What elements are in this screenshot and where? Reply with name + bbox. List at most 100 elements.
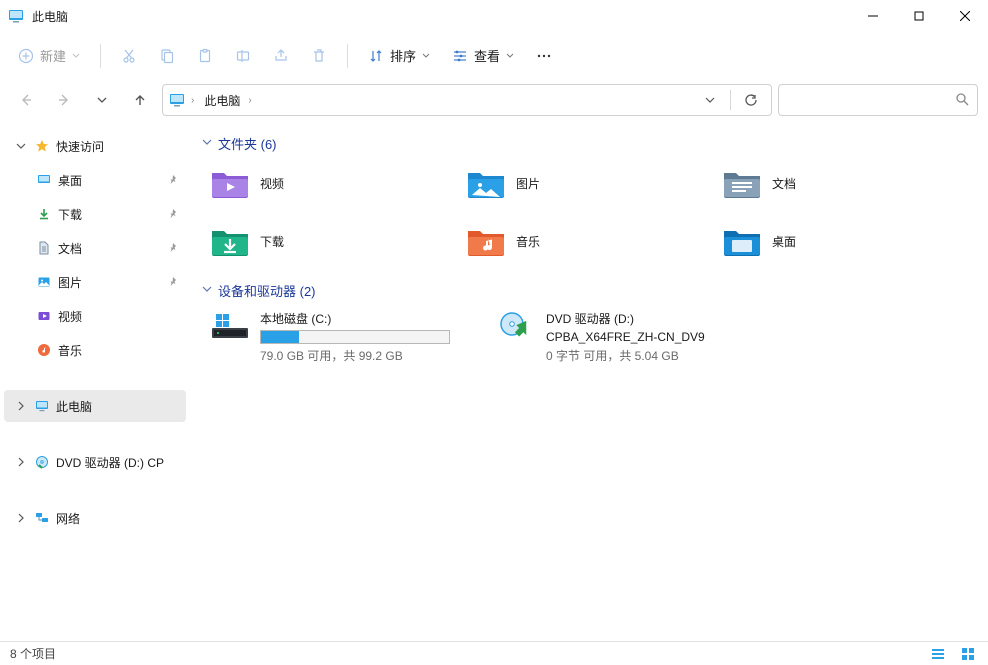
sidebar-item-label: 下载: [58, 206, 82, 223]
sidebar-item-this-pc[interactable]: 此电脑: [4, 390, 186, 422]
desktop-icon: [36, 172, 52, 188]
new-button[interactable]: 新建: [10, 39, 88, 73]
folder-downloads[interactable]: 下载: [210, 221, 460, 261]
desktop-folder-icon: [722, 225, 762, 257]
rename-button[interactable]: [227, 39, 259, 73]
drive-grid: 本地磁盘 (C:) 79.0 GB 可用，共 99.2 GB DVD 驱动器 (…: [210, 310, 976, 364]
sidebar-item-music[interactable]: 音乐: [4, 334, 186, 366]
drive-status: 0 字节 可用，共 5.04 GB: [546, 347, 776, 364]
group-header-devices[interactable]: 设备和驱动器 (2): [202, 281, 976, 300]
chevron-right-icon[interactable]: [14, 401, 28, 411]
chevron-right-icon[interactable]: ›: [248, 95, 251, 106]
sidebar-item-desktop[interactable]: 桌面: [4, 164, 186, 196]
separator: [347, 44, 348, 68]
chevron-down-icon: [72, 52, 80, 60]
cut-button[interactable]: [113, 39, 145, 73]
close-button[interactable]: [942, 0, 988, 32]
chevron-down-icon: [506, 52, 514, 60]
sidebar-item-label: DVD 驱动器 (D:) CP: [56, 454, 164, 471]
pin-icon: [168, 275, 178, 289]
star-icon: [34, 138, 50, 154]
chevron-right-icon[interactable]: [14, 513, 28, 523]
sidebar-item-dvd[interactable]: DVD 驱动器 (D:) CP: [4, 446, 186, 478]
sidebar-item-downloads[interactable]: 下载: [4, 198, 186, 230]
delete-button[interactable]: [303, 39, 335, 73]
downloads-folder-icon: [210, 225, 250, 257]
sidebar: 快速访问 桌面 下载 文档 图片: [0, 120, 190, 641]
sidebar-item-label: 此电脑: [56, 398, 92, 415]
group-header-label: 文件夹 (6): [218, 134, 277, 153]
status-item-count: 8 个项目: [10, 645, 56, 662]
details-view-toggle[interactable]: [928, 644, 948, 664]
chevron-down-icon: [202, 137, 212, 150]
maximize-button[interactable]: [896, 0, 942, 32]
folder-music[interactable]: 音乐: [466, 221, 716, 261]
network-icon: [34, 510, 50, 526]
pictures-folder-icon: [466, 167, 506, 199]
documents-folder-icon: [722, 167, 762, 199]
pin-icon: [168, 241, 178, 255]
up-button[interactable]: [124, 84, 156, 116]
folder-videos[interactable]: 视频: [210, 163, 460, 203]
view-label: 查看: [474, 46, 500, 65]
drive-name: DVD 驱动器 (D:): [546, 310, 776, 327]
sidebar-item-quick-access[interactable]: 快速访问: [4, 130, 186, 162]
new-label: 新建: [40, 46, 66, 65]
paste-button[interactable]: [189, 39, 221, 73]
this-pc-icon: [34, 398, 50, 414]
drive-subtitle: CPBA_X64FRE_ZH-CN_DV9: [546, 330, 776, 344]
sort-label: 排序: [390, 46, 416, 65]
sort-button[interactable]: 排序: [360, 39, 438, 73]
chevron-down-icon[interactable]: [14, 141, 28, 151]
this-pc-icon: [8, 8, 24, 24]
back-button[interactable]: [10, 84, 42, 116]
drive-c[interactable]: 本地磁盘 (C:) 79.0 GB 可用，共 99.2 GB: [210, 310, 490, 364]
folder-desktop[interactable]: 桌面: [722, 221, 972, 261]
copy-button[interactable]: [151, 39, 183, 73]
drive-name: 本地磁盘 (C:): [260, 310, 490, 327]
tiles-view-toggle[interactable]: [958, 644, 978, 664]
refresh-button[interactable]: [737, 86, 765, 114]
folder-pictures[interactable]: 图片: [466, 163, 716, 203]
search-input[interactable]: [778, 84, 978, 116]
video-icon: [36, 308, 52, 324]
sidebar-item-label: 图片: [58, 274, 82, 291]
sidebar-item-label: 桌面: [58, 172, 82, 189]
address-bar[interactable]: › 此电脑 ›: [162, 84, 772, 116]
pin-icon: [168, 207, 178, 221]
forward-button[interactable]: [48, 84, 80, 116]
sidebar-item-documents[interactable]: 文档: [4, 232, 186, 264]
window-title: 此电脑: [32, 8, 68, 25]
body: 快速访问 桌面 下载 文档 图片: [0, 120, 988, 641]
sidebar-item-videos[interactable]: 视频: [4, 300, 186, 332]
window-controls: [850, 0, 988, 32]
picture-icon: [36, 274, 52, 290]
search-icon: [955, 92, 969, 109]
folder-label: 视频: [260, 175, 284, 192]
disc-icon: [34, 454, 50, 470]
download-icon: [36, 206, 52, 222]
view-button[interactable]: 查看: [444, 39, 522, 73]
video-folder-icon: [210, 167, 250, 199]
drive-status: 79.0 GB 可用，共 99.2 GB: [260, 347, 490, 364]
more-button[interactable]: [528, 39, 560, 73]
titlebar: 此电脑: [0, 0, 988, 32]
share-button[interactable]: [265, 39, 297, 73]
sidebar-item-network[interactable]: 网络: [4, 502, 186, 534]
content-pane: 文件夹 (6) 视频 图片 文档: [190, 120, 988, 641]
folder-label: 下载: [260, 233, 284, 250]
chevron-right-icon[interactable]: [14, 457, 28, 467]
chevron-right-icon[interactable]: ›: [191, 95, 194, 106]
history-dropdown-button[interactable]: [696, 86, 724, 114]
breadcrumb-root[interactable]: 此电脑: [200, 90, 244, 111]
recent-locations-button[interactable]: [86, 84, 118, 116]
sidebar-item-pictures[interactable]: 图片: [4, 266, 186, 298]
folder-documents[interactable]: 文档: [722, 163, 972, 203]
minimize-button[interactable]: [850, 0, 896, 32]
drive-d[interactable]: DVD 驱动器 (D:) CPBA_X64FRE_ZH-CN_DV9 0 字节 …: [496, 310, 776, 364]
folder-label: 桌面: [772, 233, 796, 250]
group-header-label: 设备和驱动器 (2): [218, 281, 316, 300]
group-header-folders[interactable]: 文件夹 (6): [202, 134, 976, 153]
sidebar-item-label: 网络: [56, 510, 80, 527]
drive-usage-bar: [260, 330, 450, 344]
